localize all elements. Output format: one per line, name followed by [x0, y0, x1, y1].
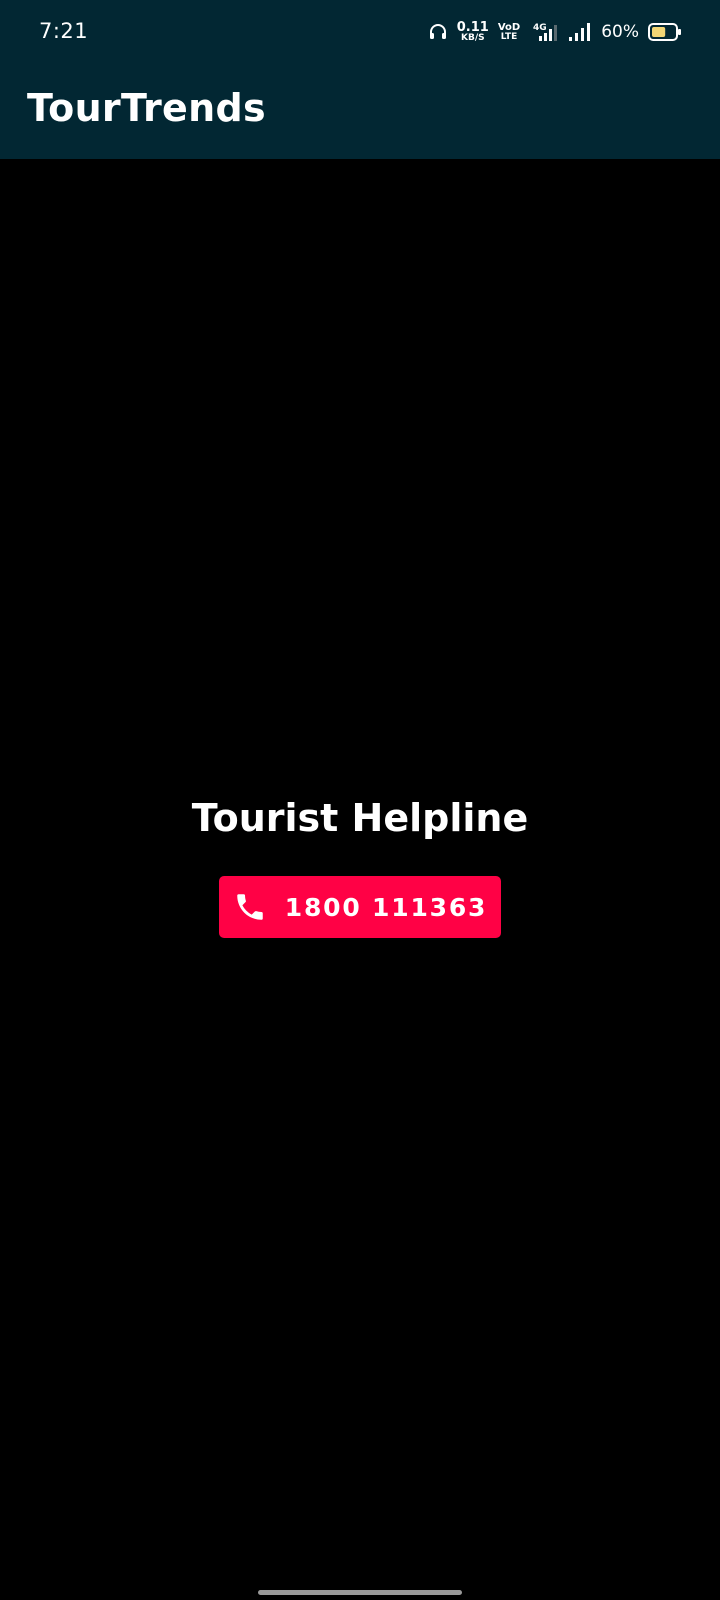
screen: 7:21 0.11 KB/S VoD LTE 4G 60% TourTrends…: [0, 0, 720, 1600]
battery-icon: [648, 22, 682, 42]
signal-icon: [568, 21, 592, 43]
helpline-heading: Tourist Helpline: [191, 796, 529, 840]
volte-line2: LTE: [500, 31, 518, 42]
volte-line1: VoD: [497, 21, 521, 33]
call-helpline-button[interactable]: 1800 111363: [219, 876, 501, 938]
battery-percent: 60%: [601, 22, 639, 42]
network-speed-icon: 0.11 KB/S: [457, 21, 489, 43]
network-type-label: 4G: [533, 23, 547, 33]
volte-icon: VoD LTE: [497, 21, 521, 42]
home-indicator[interactable]: [258, 1590, 462, 1595]
phone-icon: [233, 890, 267, 924]
app-title: TourTrends: [27, 86, 266, 130]
status-time: 7:21: [39, 19, 89, 43]
headphones-icon: [428, 22, 448, 42]
status-icons: 0.11 KB/S VoD LTE 4G 60%: [428, 18, 682, 46]
network-speed-unit: KB/S: [460, 33, 485, 43]
signal-4g-icon: 4G: [529, 21, 559, 43]
helpline-number: 1800 111363: [284, 892, 488, 922]
top-bar: 7:21 0.11 KB/S VoD LTE 4G 60% TourTrends: [0, 0, 720, 159]
status-bar: 7:21 0.11 KB/S VoD LTE 4G 60%: [0, 0, 720, 62]
